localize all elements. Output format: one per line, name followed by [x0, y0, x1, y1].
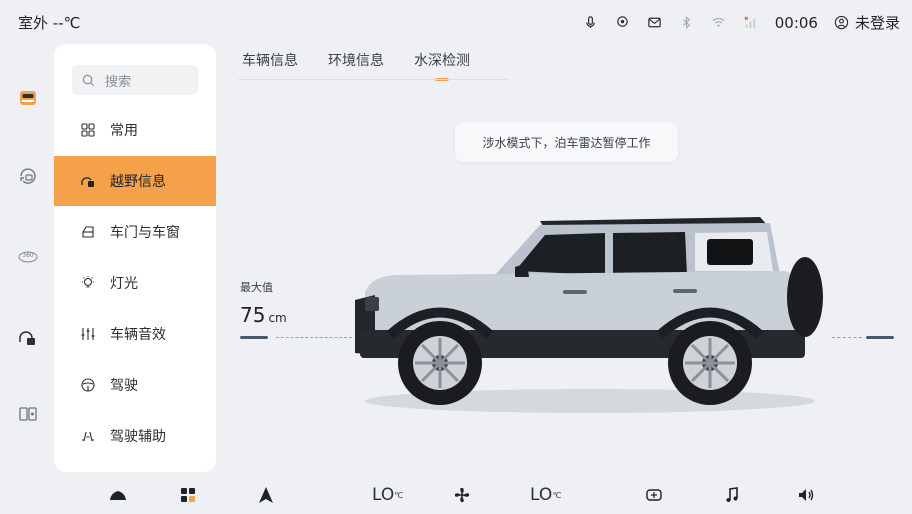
depth-line-left [276, 337, 352, 338]
volume-icon [799, 489, 814, 501]
rail-screen-mirror[interactable] [14, 400, 42, 428]
temp-unit-left: ℃ [394, 490, 404, 500]
location-icon[interactable] [615, 15, 631, 31]
offroad-refresh-icon [20, 168, 36, 184]
menu-item-doors-windows[interactable]: 车门与车窗 [54, 207, 216, 257]
dock-home[interactable] [108, 484, 128, 506]
search-icon [82, 74, 95, 86]
light-icon [80, 275, 96, 291]
depth-line-right [832, 337, 862, 338]
camera-360-label: 360 [22, 252, 34, 259]
status-bar: 室外 --℃ 00:06 未登录 [0, 0, 912, 44]
menu-item-label: 越野信息 [110, 174, 166, 190]
offroad-vehicle-image [355, 217, 823, 413]
music-icon [726, 487, 738, 502]
menu-item-label: 车门与车窗 [110, 225, 180, 241]
menu-item-driving[interactable]: 驾驶 [54, 360, 216, 410]
rail-offroad-lock[interactable] [14, 324, 42, 352]
dock-volume[interactable] [796, 484, 816, 506]
driving-assist-icon [80, 428, 96, 444]
tab-vehicle-info[interactable]: 车辆信息 [242, 50, 298, 78]
user-icon [834, 15, 849, 30]
dock-camera[interactable] [644, 484, 664, 506]
menu-item-common[interactable]: 常用 [54, 105, 216, 155]
depth-marker-right [866, 336, 894, 339]
grid-icon [80, 122, 96, 138]
rail-vehicle[interactable] [14, 84, 42, 112]
left-rail: 360 [0, 44, 56, 474]
dock-music[interactable] [722, 484, 742, 506]
login-status[interactable]: 未登录 [834, 12, 900, 33]
wading-mode-toast: 涉水模式下，泊车雷达暂停工作 [455, 122, 678, 162]
menu-item-label: 驾驶辅助 [110, 429, 166, 445]
clock: 00:06 [774, 13, 818, 32]
dock-fan[interactable] [452, 484, 472, 506]
search-placeholder: 搜索 [105, 74, 132, 90]
bottom-dock: LO ℃ LO ℃ [0, 474, 912, 514]
tab-environment-info[interactable]: 环境信息 [328, 50, 384, 78]
rail-offroad-refresh[interactable] [14, 162, 42, 190]
door-icon [80, 224, 96, 240]
apps-icon [181, 488, 195, 502]
tab-divider [238, 79, 508, 80]
outside-temperature: 室外 --℃ [18, 14, 81, 32]
fan-icon [454, 487, 470, 503]
menu-item-label: 驾驶 [110, 378, 138, 394]
temp-unit-right: ℃ [552, 490, 562, 500]
screen-mirror-icon [19, 407, 37, 421]
wifi-icon[interactable] [711, 15, 727, 31]
max-depth-value: 75 cm [240, 303, 287, 327]
message-icon[interactable] [647, 15, 663, 31]
dock-right-temp[interactable]: LO ℃ [530, 484, 561, 506]
login-label: 未登录 [854, 14, 900, 32]
search-input[interactable]: 搜索 [72, 65, 198, 95]
offroad-icon [80, 173, 96, 189]
menu-item-vehicle-sound[interactable]: 车辆音效 [54, 309, 216, 359]
dock-left-temp[interactable]: LO ℃ [372, 484, 403, 506]
menu-item-label: 常用 [110, 123, 138, 139]
depth-marker-left [240, 336, 268, 339]
menu-item-offroad-info[interactable]: 越野信息 [54, 156, 216, 206]
bluetooth-icon[interactable] [679, 15, 695, 31]
camera-360-icon: 360 [18, 251, 38, 263]
vehicle-icon [20, 91, 36, 105]
dock-apps[interactable] [178, 484, 198, 506]
tab-bar: 车辆信息 环境信息 水深检测 [242, 50, 470, 81]
equalizer-icon [80, 326, 96, 342]
max-depth-label: 最大值 [240, 281, 273, 294]
depth-unit: cm [268, 311, 287, 325]
car-home-icon [110, 491, 126, 500]
menu-item-label: 车辆音效 [110, 327, 166, 343]
menu-item-driving-assist[interactable]: 驾驶辅助 [54, 411, 216, 461]
mic-icon[interactable] [583, 15, 599, 31]
menu-item-lights[interactable]: 灯光 [54, 258, 216, 308]
signal-icon [743, 15, 759, 31]
offroad-lock-icon [19, 331, 35, 345]
navigation-icon [259, 487, 273, 503]
menu-item-label: 灯光 [110, 276, 138, 292]
tab-water-depth[interactable]: 水深检测 [414, 50, 470, 81]
rail-camera-360[interactable]: 360 [14, 242, 42, 270]
steering-wheel-icon [80, 377, 96, 393]
camera-icon [646, 489, 662, 501]
dock-navigation[interactable] [256, 484, 276, 506]
settings-menu: 搜索 常用 越野信息 车门与车窗 灯光 车辆音效 驾驶 驾驶辅助 [54, 44, 216, 472]
